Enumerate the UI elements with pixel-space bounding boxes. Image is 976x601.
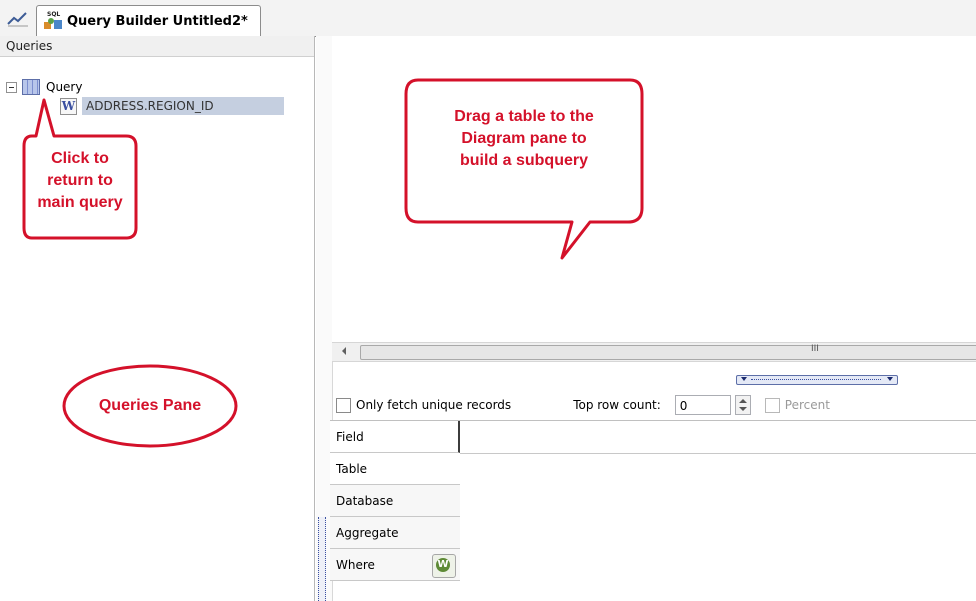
diagram-horizontal-scrollbar[interactable]: III [332, 342, 976, 362]
tab-title: Query Builder Untitled2* [67, 14, 248, 29]
return-callout-line3: main query [37, 194, 123, 211]
sql-query-icon: SQL [41, 9, 65, 33]
queries-pane-callout-label: Queries Pane [98, 397, 202, 414]
grid-splitter-handle[interactable] [736, 375, 898, 385]
query-options-row: Only fetch unique records Top row count:… [336, 394, 976, 416]
splitter-arrow-icon [887, 377, 893, 381]
diagram-callout-line1: Drag a table to the [454, 108, 594, 125]
query-table-icon [22, 79, 40, 95]
return-callout-line1: Click to [51, 150, 109, 167]
grid-row-aggregate-label: Aggregate [336, 526, 399, 540]
grid-row-table-label: Table [336, 462, 368, 476]
grid-row-field[interactable]: Field [330, 421, 460, 453]
unique-records-checkbox[interactable] [336, 397, 351, 413]
grid-row-divider [460, 453, 976, 454]
scrollbar-thumb[interactable]: III [360, 344, 976, 360]
percent-label: Percent [784, 398, 830, 412]
unique-records-label: Only fetch unique records [356, 398, 512, 412]
grid-resize-grip[interactable] [318, 517, 326, 601]
grid-row-where[interactable]: Where W [330, 549, 460, 581]
top-row-count-stepper[interactable] [734, 395, 751, 415]
grid-row-database[interactable]: Database [330, 485, 460, 517]
grid-row-database-label: Database [336, 494, 394, 508]
where-clause-icon: W [436, 558, 450, 572]
queries-pane-callout: Queries Pane [60, 362, 240, 452]
diagram-tab-icon[interactable] [6, 10, 32, 34]
scroll-left-arrow-icon[interactable] [342, 347, 346, 355]
return-callout-line2: return to [47, 172, 113, 189]
percent-checkbox[interactable] [764, 397, 780, 413]
splitter-grip [751, 379, 881, 381]
grid-row-field-label: Field [336, 430, 364, 444]
where-builder-button[interactable]: W [432, 554, 456, 578]
percent-option: Percent [764, 397, 830, 413]
diagram-callout-line2: Diagram pane to [461, 130, 587, 147]
document-tab-bar: SQL Query Builder Untitled2* [0, 0, 976, 37]
stepper-down-icon[interactable] [738, 407, 747, 411]
tree-item-query-label: Query [46, 80, 83, 94]
tree-item-query[interactable]: Query [6, 77, 82, 97]
grid-row-where-label: Where [336, 558, 375, 572]
top-row-count-input[interactable]: 0 [674, 395, 731, 415]
tab-query-builder[interactable]: SQL Query Builder Untitled2* [36, 5, 261, 37]
grid-row-aggregate[interactable]: Aggregate [330, 517, 460, 549]
return-callout: Click to return to main query [22, 98, 138, 240]
scrollbar-grip-icon: III [811, 344, 819, 354]
criteria-grid-row-headers: Field Table Database Aggregate Where W [330, 421, 460, 601]
collapse-icon[interactable] [6, 81, 17, 93]
diagram-callout: Drag a table to the Diagram pane to buil… [404, 78, 644, 260]
queries-pane-header: Queries [0, 36, 314, 57]
splitter-arrow-icon [741, 377, 747, 381]
grid-row-table[interactable]: Table [330, 453, 460, 485]
diagram-callout-line3: build a subquery [459, 152, 588, 169]
stepper-up-icon[interactable] [738, 399, 747, 403]
svg-text:SQL: SQL [47, 11, 60, 18]
top-row-count-label: Top row count: [573, 398, 661, 412]
